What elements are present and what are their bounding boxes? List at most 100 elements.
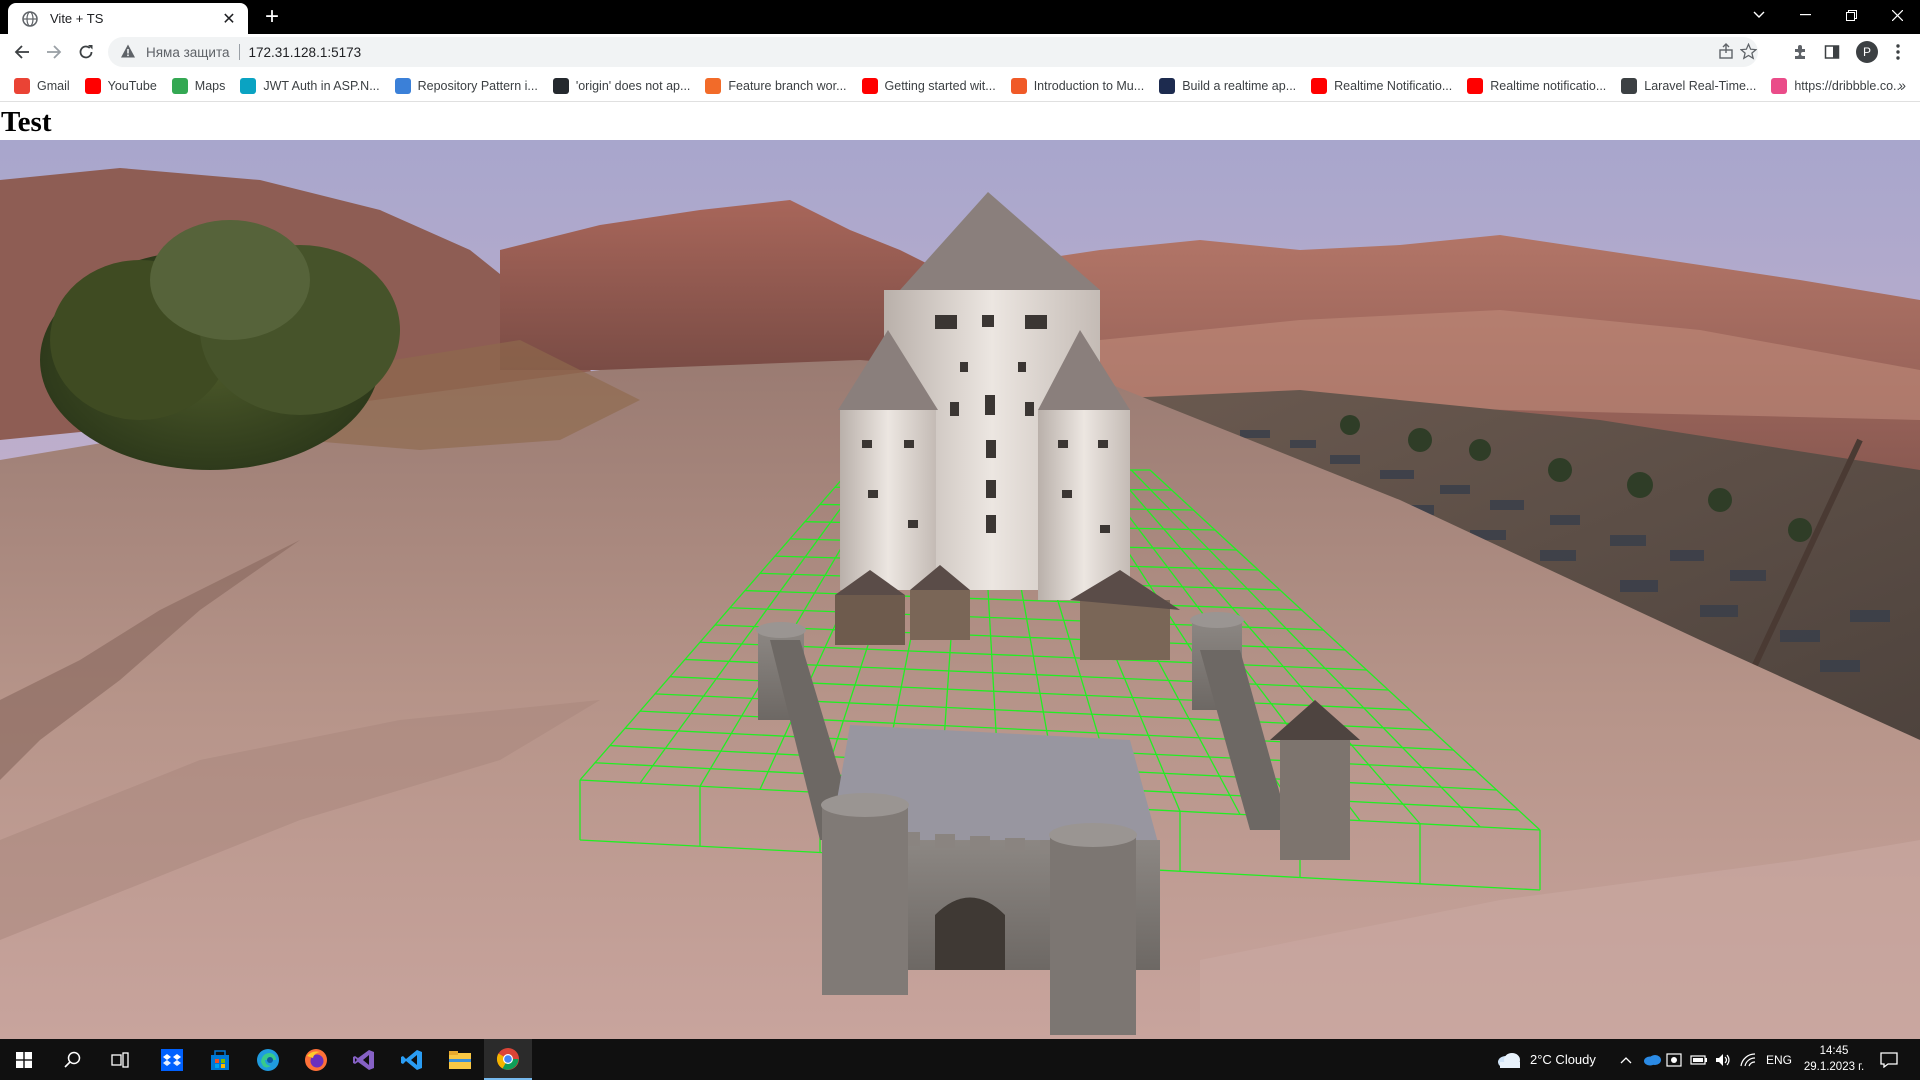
minimize-button[interactable] (1782, 0, 1828, 30)
bookmark-label: Feature branch wor... (728, 78, 847, 93)
notifications-icon[interactable] (1880, 1039, 1898, 1080)
site-icon (1159, 77, 1176, 94)
vscode-icon[interactable] (388, 1039, 436, 1080)
cloud-icon (1498, 1052, 1520, 1068)
restore-button[interactable] (1828, 0, 1874, 30)
weather-text: 2°C Cloudy (1530, 1052, 1596, 1067)
bookmark-label: JWT Auth in ASP.N... (263, 78, 380, 93)
gmail-icon (14, 77, 30, 94)
3d-scene-canvas[interactable] (0, 140, 1920, 1039)
microsoft-store-icon[interactable] (196, 1039, 244, 1080)
bookmark-item[interactable]: https://dribbble.co... (1771, 77, 1904, 94)
right-tower (1038, 410, 1130, 600)
weather-widget[interactable]: 2°C Cloudy (1496, 1039, 1596, 1080)
page-heading: Test (1, 106, 52, 138)
menu-kebab-icon[interactable] (1888, 42, 1908, 62)
reload-button[interactable] (72, 38, 100, 66)
tab-close-icon[interactable]: ✕ (220, 9, 238, 29)
bookmark-label: 'origin' does not ap... (575, 78, 691, 93)
visual-studio-icon[interactable] (340, 1039, 388, 1080)
bookmarks-bar: Gmail YouTube Maps JWT Auth in ASP.N... Repo… (0, 70, 1920, 102)
task-view-icon[interactable] (96, 1039, 144, 1080)
address-separator (238, 44, 240, 60)
bookmark-item[interactable]: Introduction to Mu... (1010, 77, 1145, 94)
bookmark-item[interactable]: Gmail (14, 77, 70, 94)
bookmark-label: Realtime notificatio... (1490, 78, 1607, 93)
github-icon (552, 77, 569, 94)
chrome-icon[interactable] (484, 1039, 532, 1080)
battery-icon[interactable] (1690, 1039, 1708, 1080)
edge-icon[interactable] (244, 1039, 292, 1080)
wifi-icon[interactable] (1740, 1039, 1756, 1080)
url-text[interactable]: 172.31.128.1:5173 (249, 45, 362, 60)
bookmark-item[interactable]: YouTube (84, 77, 157, 94)
atlassian-icon (705, 77, 722, 94)
youtube-icon (1311, 77, 1328, 94)
file-explorer-icon[interactable] (436, 1039, 484, 1080)
gate-arch (935, 897, 1005, 970)
globe-icon (22, 10, 38, 27)
bookmark-item[interactable]: 'origin' does not ap... (552, 77, 691, 94)
bookmark-label: Repository Pattern i... (417, 78, 538, 93)
bookmark-label: Gmail (37, 78, 70, 93)
browser-tab[interactable]: Vite + TS ✕ (8, 3, 248, 34)
volume-icon[interactable] (1715, 1039, 1731, 1080)
visualstudio-icon (394, 77, 411, 94)
new-tab-button[interactable]: + (258, 4, 286, 32)
dribbble-icon (1771, 77, 1788, 94)
bookmark-item[interactable]: Repository Pattern i... (394, 77, 538, 94)
bookmark-label: Realtime Notificatio... (1334, 78, 1453, 93)
more-bookmarks-button[interactable]: » (1898, 77, 1906, 93)
a-icon (1010, 77, 1027, 94)
clock-date: 29.1.2023 г. (1803, 1061, 1865, 1073)
tab-search-icon[interactable] (1736, 0, 1782, 30)
bookmark-label: Maps (194, 78, 226, 93)
clock[interactable]: 14:45 29.1.2023 г. (1798, 1043, 1870, 1075)
bookmark-item[interactable]: Laravel Real-Time... (1621, 77, 1757, 94)
onedrive-icon[interactable] (1643, 1039, 1661, 1080)
windows-taskbar: 2°C Cloudy ENG 14:45 29.1.2023 г. (0, 1039, 1920, 1080)
maps-icon (171, 77, 188, 94)
forward-button[interactable] (40, 38, 68, 66)
windows-start-icon[interactable] (0, 1039, 48, 1080)
clock-time: 14:45 (1819, 1045, 1849, 1057)
bookmark-item[interactable]: Feature branch wor... (705, 77, 847, 94)
bookmark-label: Getting started wit... (884, 78, 996, 93)
search-icon[interactable] (48, 1039, 96, 1080)
bookmark-item[interactable]: Maps (171, 77, 226, 94)
share-icon[interactable] (1718, 43, 1736, 61)
bookmark-label: Build a realtime ap... (1182, 78, 1297, 93)
browser-toolbar: Няма защита 172.31.128.1:5173 P (0, 34, 1920, 70)
bookmark-item[interactable]: JWT Auth in ASP.N... (240, 77, 380, 94)
left-tower (840, 410, 936, 590)
bookmark-item[interactable]: Getting started wit... (861, 77, 996, 94)
language-indicator[interactable]: ENG (1766, 1039, 1792, 1080)
warning-icon[interactable] (120, 43, 138, 61)
dropbox-icon[interactable] (148, 1039, 196, 1080)
bookmark-label: Laravel Real-Time... (1644, 78, 1757, 93)
bookmark-label: https://dribbble.co... (1794, 78, 1904, 93)
tensor-icon (1621, 77, 1638, 94)
profile-avatar[interactable]: P (1856, 41, 1878, 63)
page-content: Test (0, 102, 1920, 1039)
extensions-icon[interactable] (1790, 42, 1810, 62)
youtube-icon (84, 77, 101, 94)
meet-now-icon[interactable] (1666, 1039, 1682, 1080)
bookmark-item[interactable]: Build a realtime ap... (1159, 77, 1297, 94)
bookmark-item[interactable]: Realtime Notificatio... (1311, 77, 1453, 94)
bookmark-label: Introduction to Mu... (1033, 78, 1145, 93)
bookmark-item[interactable]: Realtime notificatio... (1467, 77, 1607, 94)
address-bar[interactable]: Няма защита 172.31.128.1:5173 (108, 37, 1758, 67)
firefox-icon[interactable] (292, 1039, 340, 1080)
show-hidden-icons[interactable] (1620, 1039, 1632, 1080)
jwt-icon (240, 77, 257, 94)
youtube-icon (861, 77, 878, 94)
close-window-button[interactable] (1874, 0, 1920, 30)
bookmark-star-icon[interactable] (1740, 43, 1758, 61)
side-panel-icon[interactable] (1822, 42, 1842, 62)
back-button[interactable] (8, 38, 36, 66)
bookmarks-list: Gmail YouTube Maps JWT Auth in ASP.N... Repo… (14, 77, 1918, 94)
security-label[interactable]: Няма защита (146, 45, 230, 60)
youtube-icon (1467, 77, 1484, 94)
tab-title: Vite + TS (50, 11, 104, 26)
